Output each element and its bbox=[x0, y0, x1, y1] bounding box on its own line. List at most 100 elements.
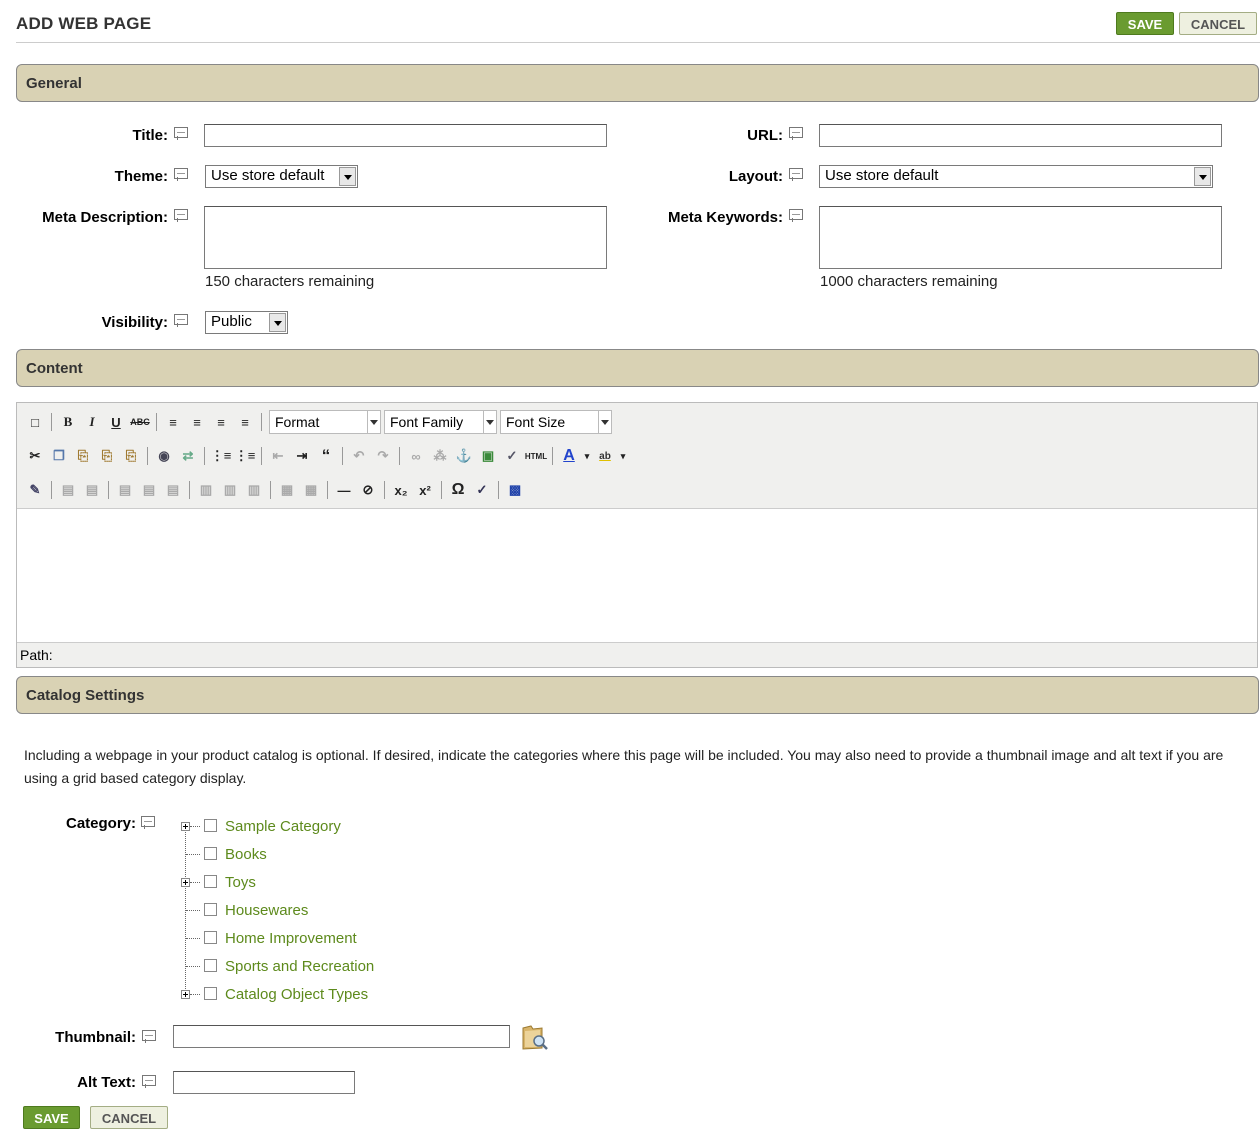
special-character-icon[interactable]: Ω bbox=[448, 480, 468, 500]
undo-icon[interactable]: ↶ bbox=[349, 446, 369, 466]
bullet-list-icon[interactable]: ⋮≡ bbox=[211, 446, 232, 466]
superscript-icon[interactable]: x² bbox=[415, 480, 435, 500]
font-family-select[interactable]: Font Family bbox=[384, 410, 497, 434]
cut-icon[interactable]: ✂ bbox=[25, 446, 45, 466]
merge-cells-icon[interactable]: ▦ bbox=[301, 480, 321, 500]
expand-icon[interactable] bbox=[181, 990, 190, 999]
font-size-select[interactable]: Font Size bbox=[500, 410, 612, 434]
underline-icon[interactable]: U bbox=[106, 412, 126, 432]
alt-text-input[interactable] bbox=[173, 1071, 355, 1094]
browse-folder-icon[interactable] bbox=[520, 1022, 550, 1052]
paste-text-icon[interactable]: ⎘ bbox=[97, 446, 117, 466]
cleanup-icon[interactable]: ✓ bbox=[502, 446, 522, 466]
url-help-icon[interactable] bbox=[789, 127, 803, 140]
html-source-icon[interactable]: HTML bbox=[525, 446, 547, 466]
paste-word-icon[interactable]: ⎘ bbox=[121, 446, 141, 466]
insert-row-before-icon[interactable]: ▤ bbox=[115, 480, 135, 500]
url-input[interactable] bbox=[819, 124, 1222, 147]
expand-icon[interactable] bbox=[181, 878, 190, 887]
cancel-button-bottom[interactable]: CANCEL bbox=[90, 1106, 168, 1129]
category-checkbox[interactable] bbox=[204, 875, 217, 888]
meta-description-help-icon[interactable] bbox=[174, 209, 188, 222]
alt-text-help-icon[interactable] bbox=[142, 1075, 156, 1088]
thumbnail-input[interactable] bbox=[173, 1025, 510, 1048]
visibility-help-icon[interactable] bbox=[174, 314, 188, 327]
remove-format-icon[interactable]: ⊘ bbox=[358, 480, 378, 500]
category-item-label[interactable]: Housewares bbox=[225, 902, 308, 919]
indent-icon[interactable]: ⇥ bbox=[292, 446, 312, 466]
category-checkbox[interactable] bbox=[204, 847, 217, 860]
content-section-header[interactable]: Content bbox=[16, 349, 1259, 387]
align-justify-icon[interactable]: ≡ bbox=[235, 412, 255, 432]
cancel-button-top[interactable]: CANCEL bbox=[1179, 12, 1257, 35]
thumbnail-help-icon[interactable] bbox=[142, 1030, 156, 1043]
spellcheck-icon[interactable]: ✓ bbox=[472, 480, 492, 500]
category-item-label[interactable]: Toys bbox=[225, 874, 256, 891]
copy-icon[interactable]: ❐ bbox=[49, 446, 69, 466]
meta-keywords-textarea[interactable] bbox=[819, 206, 1222, 269]
outdent-icon[interactable]: ⇤ bbox=[268, 446, 288, 466]
image-icon[interactable]: ▣ bbox=[478, 446, 498, 466]
new-document-icon[interactable]: □ bbox=[25, 412, 45, 432]
delete-row-icon[interactable]: ▤ bbox=[163, 480, 183, 500]
align-left-icon[interactable]: ≡ bbox=[163, 412, 183, 432]
category-item-label[interactable]: Catalog Object Types bbox=[225, 986, 368, 1003]
bold-icon[interactable]: B bbox=[58, 412, 78, 432]
strikethrough-icon[interactable]: ABC bbox=[130, 412, 150, 432]
save-button-top[interactable]: SAVE bbox=[1116, 12, 1174, 35]
row-properties-icon[interactable]: ▤ bbox=[58, 480, 78, 500]
layout-select[interactable]: Use store default bbox=[819, 165, 1213, 188]
unlink-icon[interactable]: ⁂ bbox=[430, 446, 450, 466]
meta-keywords-help-icon[interactable] bbox=[789, 209, 803, 222]
category-checkbox[interactable] bbox=[204, 819, 217, 832]
expand-icon[interactable] bbox=[181, 822, 190, 831]
blockquote-icon[interactable]: “ bbox=[316, 446, 336, 466]
delete-column-icon[interactable]: ▥ bbox=[244, 480, 264, 500]
subscript-icon[interactable]: x₂ bbox=[391, 480, 411, 500]
catalog-settings-section-header[interactable]: Catalog Settings bbox=[16, 676, 1259, 714]
align-right-icon[interactable]: ≡ bbox=[211, 412, 231, 432]
link-icon[interactable]: ∞ bbox=[406, 446, 426, 466]
insert-column-after-icon[interactable]: ▥ bbox=[220, 480, 240, 500]
anchor-icon[interactable]: ⚓ bbox=[454, 446, 474, 466]
theme-select[interactable]: Use store default bbox=[205, 165, 358, 188]
chevron-down-icon[interactable]: ▾ bbox=[619, 446, 627, 466]
theme-help-icon[interactable] bbox=[174, 168, 188, 181]
meta-description-textarea[interactable] bbox=[204, 206, 607, 269]
find-icon[interactable]: ◉ bbox=[154, 446, 174, 466]
visibility-select[interactable]: Public bbox=[205, 311, 288, 334]
category-item-label[interactable]: Sample Category bbox=[225, 818, 341, 835]
layout-help-icon[interactable] bbox=[789, 168, 803, 181]
category-checkbox[interactable] bbox=[204, 931, 217, 944]
chevron-down-icon[interactable]: ▾ bbox=[583, 446, 591, 466]
category-item-label[interactable]: Books bbox=[225, 846, 267, 863]
italic-icon[interactable]: I bbox=[82, 412, 102, 432]
highlight-color-icon[interactable]: ab bbox=[595, 446, 615, 466]
redo-icon[interactable]: ↷ bbox=[373, 446, 393, 466]
fullscreen-icon[interactable]: ▩ bbox=[505, 480, 525, 500]
category-item-label[interactable]: Home Improvement bbox=[225, 930, 357, 947]
category-checkbox[interactable] bbox=[204, 959, 217, 972]
category-checkbox[interactable] bbox=[204, 987, 217, 1000]
title-input[interactable] bbox=[204, 124, 607, 147]
general-section-header[interactable]: General bbox=[16, 64, 1259, 102]
format-select[interactable]: Format bbox=[269, 410, 381, 434]
table-icon[interactable]: ✎ bbox=[25, 480, 45, 500]
paste-icon[interactable]: ⎘ bbox=[73, 446, 93, 466]
align-center-icon[interactable]: ≡ bbox=[187, 412, 207, 432]
category-help-icon[interactable] bbox=[141, 816, 155, 829]
title-help-icon[interactable] bbox=[174, 127, 188, 140]
editor-content-area[interactable] bbox=[17, 508, 1257, 643]
toolbar-separator bbox=[327, 481, 328, 499]
horizontal-rule-icon[interactable]: — bbox=[334, 480, 354, 500]
cell-properties-icon[interactable]: ▤ bbox=[82, 480, 102, 500]
insert-row-after-icon[interactable]: ▤ bbox=[139, 480, 159, 500]
numbered-list-icon[interactable]: ⋮≡ bbox=[235, 446, 256, 466]
save-button-bottom[interactable]: SAVE bbox=[23, 1106, 80, 1129]
split-cells-icon[interactable]: ▦ bbox=[277, 480, 297, 500]
insert-column-before-icon[interactable]: ▥ bbox=[196, 480, 216, 500]
category-checkbox[interactable] bbox=[204, 903, 217, 916]
replace-icon[interactable]: ⇄ bbox=[178, 446, 198, 466]
text-color-icon[interactable]: A bbox=[559, 446, 579, 466]
category-item-label[interactable]: Sports and Recreation bbox=[225, 958, 374, 975]
